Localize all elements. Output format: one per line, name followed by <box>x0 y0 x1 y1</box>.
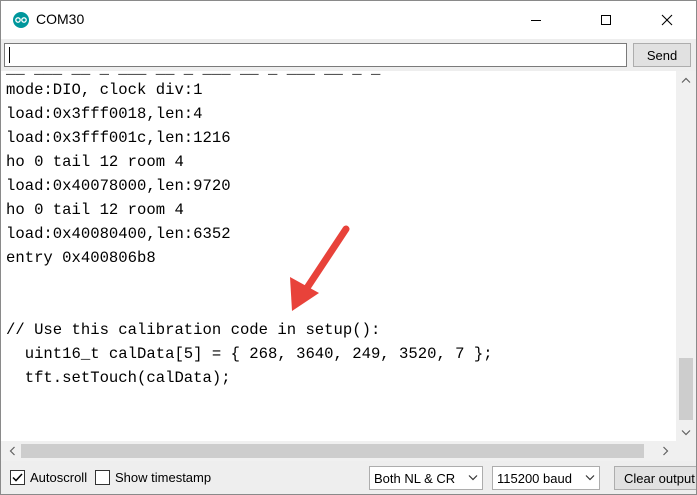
close-icon <box>661 14 673 26</box>
scroll-up-button[interactable] <box>676 71 696 88</box>
output-line: mode:DIO, clock div:1 <box>6 81 203 99</box>
output-clipped-line: __ ___ __ _ ___ __ _ ___ __ _ ___ __ _ _ <box>6 71 380 79</box>
output-line: ho 0 tail 12 room 4 <box>6 201 184 219</box>
serial-output-area[interactable]: __ ___ __ _ ___ __ _ ___ __ _ ___ __ _ _… <box>1 71 676 441</box>
maximize-icon <box>601 15 611 25</box>
chevron-down-icon <box>468 475 478 481</box>
autoscroll-checkbox[interactable] <box>10 470 25 485</box>
clear-output-button[interactable]: Clear output <box>614 466 696 490</box>
scroll-left-button[interactable] <box>3 441 20 461</box>
output-line: entry 0x400806b8 <box>6 249 156 267</box>
chevron-down-icon <box>681 429 691 435</box>
output-line: // Use this calibration code in setup(): <box>6 321 381 339</box>
checkmark-icon <box>12 473 23 482</box>
title-bar: COM30 <box>1 1 696 39</box>
output-line: tft.setTouch(calData); <box>6 369 231 387</box>
output-line: uint16_t calData[5] = { 268, 3640, 249, … <box>6 345 493 363</box>
baud-rate-select[interactable]: 115200 baud <box>492 466 600 490</box>
chevron-down-icon <box>585 475 595 481</box>
scrollbar-corner <box>676 441 696 461</box>
line-ending-select[interactable]: Both NL & CR <box>369 466 483 490</box>
scroll-down-button[interactable] <box>676 424 696 441</box>
serial-send-input[interactable] <box>4 43 627 67</box>
chevron-right-icon <box>662 446 668 456</box>
window-title: COM30 <box>36 11 85 27</box>
output-line: load:0x3fff0018,len:4 <box>6 105 203 123</box>
autoscroll-label: Autoscroll <box>30 470 88 485</box>
output-line: ho 0 tail 12 room 4 <box>6 153 184 171</box>
chevron-left-icon <box>9 446 15 456</box>
line-ending-value: Both NL & CR <box>374 471 456 486</box>
vertical-scroll-thumb[interactable] <box>679 358 693 420</box>
chevron-up-icon <box>681 77 691 83</box>
baud-rate-value: 115200 baud <box>497 471 572 486</box>
text-caret <box>9 47 10 63</box>
close-button[interactable] <box>644 1 690 39</box>
maximize-button[interactable] <box>583 1 629 39</box>
clear-output-label: Clear output <box>624 471 695 486</box>
show-timestamp-label: Show timestamp <box>115 470 212 485</box>
show-timestamp-checkbox[interactable] <box>95 470 110 485</box>
output-line: load:0x40080400,len:6352 <box>6 225 231 243</box>
serial-monitor-window: COM30 Send __ ___ __ _ ___ __ _ ___ __ _… <box>0 0 697 495</box>
minimize-button[interactable] <box>513 1 559 39</box>
scroll-right-button[interactable] <box>657 441 674 461</box>
send-button-label: Send <box>646 47 678 63</box>
send-button[interactable]: Send <box>633 43 691 67</box>
output-line: load:0x3fff001c,len:1216 <box>6 129 231 147</box>
output-line: load:0x40078000,len:9720 <box>6 177 231 195</box>
arduino-icon <box>13 12 29 28</box>
minimize-icon <box>531 20 541 21</box>
status-toolbar: Autoscroll Show timestamp Both NL & CR 1… <box>1 461 696 494</box>
horizontal-scroll-thumb[interactable] <box>21 444 644 458</box>
vertical-scrollbar[interactable] <box>676 71 696 441</box>
send-toolbar: Send <box>1 39 696 71</box>
horizontal-scrollbar[interactable] <box>1 441 676 461</box>
